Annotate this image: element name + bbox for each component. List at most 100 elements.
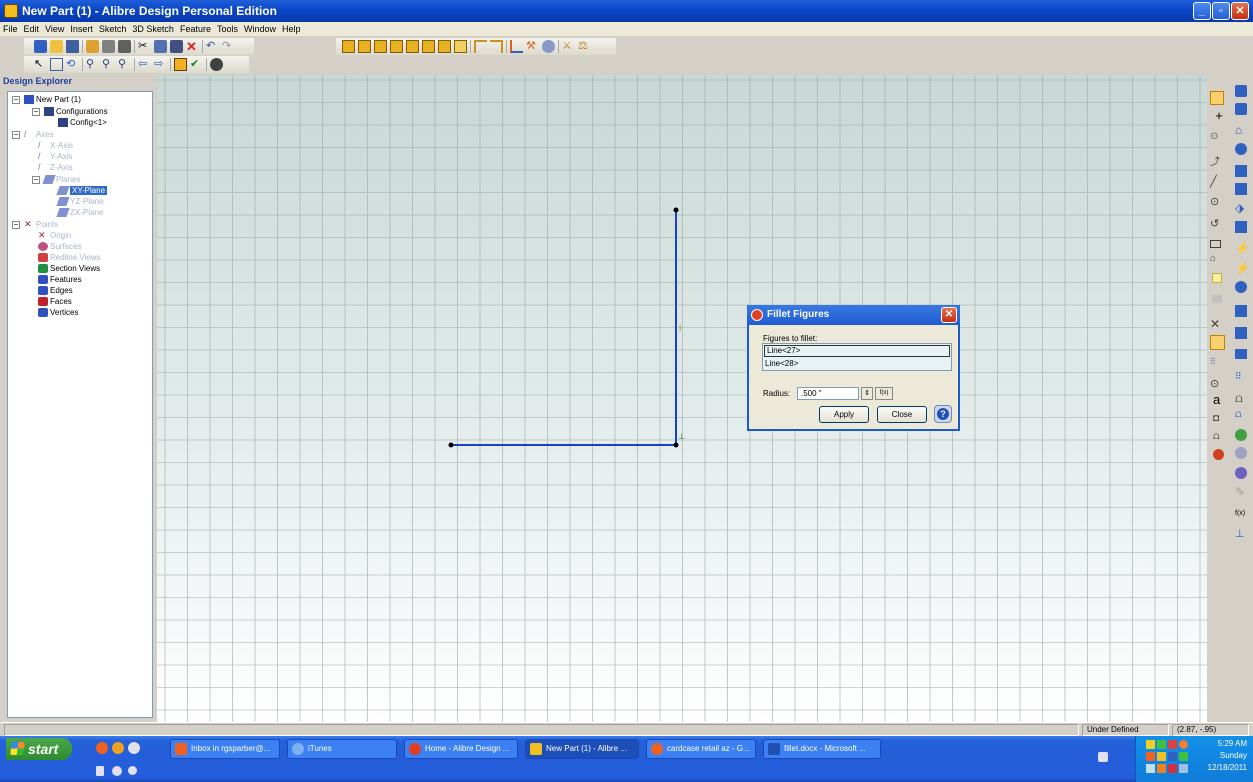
taskbar-item-fillet-docx[interactable]: fillet.docx - Microsoft ...	[763, 739, 881, 759]
radius-spinner[interactable]: ⇕	[861, 387, 873, 400]
folder-icon[interactable]	[86, 40, 99, 53]
endpoint-left[interactable]	[448, 442, 454, 448]
normal-to-icon[interactable]	[1235, 349, 1247, 359]
trim-tool-icon[interactable]: ✕	[1210, 317, 1224, 331]
mirror-view-icon[interactable]: ⩍	[1235, 391, 1249, 405]
reference-tool-icon[interactable]	[1212, 273, 1222, 283]
crosshair-icon[interactable]: +	[1212, 109, 1226, 123]
dimension-tool-icon[interactable]: ⊙	[1210, 377, 1224, 391]
maximize-button[interactable]: ▫	[1212, 2, 1230, 20]
new-icon[interactable]	[34, 40, 47, 53]
menu-tools[interactable]: Tools	[214, 22, 241, 36]
front-view-icon[interactable]	[1235, 103, 1247, 115]
quicklaunch-icon[interactable]	[96, 766, 104, 776]
menu-edit[interactable]: Edit	[21, 22, 43, 36]
paste-icon[interactable]	[170, 40, 183, 53]
expand-configurations[interactable]: −	[32, 108, 40, 116]
right-view-icon[interactable]	[1235, 165, 1247, 177]
tree-item-z-axis[interactable]: / Z-Axis	[38, 162, 73, 174]
expand-axes[interactable]: −	[12, 131, 20, 139]
mirror-tool-icon[interactable]: ⩍	[1213, 431, 1227, 445]
redo-icon[interactable]: ↷	[222, 40, 235, 53]
taskbar-item-new-part[interactable]: New Part (1) - Alibre ...	[525, 739, 639, 759]
zoom-box-icon[interactable]	[50, 58, 63, 71]
hidden-lines-icon[interactable]: ⚡	[1235, 241, 1250, 255]
figures-list[interactable]: Line<27> Line<28>	[762, 343, 952, 371]
menu-insert[interactable]: Insert	[67, 22, 96, 36]
sweep-boss-icon[interactable]	[374, 40, 387, 53]
bottom-view-icon[interactable]: ⬗	[1235, 201, 1249, 215]
revolve-boss-icon[interactable]	[358, 40, 371, 53]
close-window-button[interactable]: ✕	[1231, 2, 1249, 20]
rectangle-tool-icon[interactable]	[1210, 240, 1221, 248]
radius-input[interactable]: .500 "	[797, 387, 859, 400]
menu-window[interactable]: Window	[241, 22, 279, 36]
firefox-quicklaunch-icon[interactable]	[96, 742, 108, 754]
expand-planes[interactable]: −	[32, 176, 40, 184]
point-tool-icon[interactable]: ⊙	[1210, 131, 1224, 145]
expand-root[interactable]: −	[12, 96, 20, 104]
minimize-button[interactable]: _	[1193, 2, 1211, 20]
fillet-feature-icon[interactable]	[474, 40, 487, 53]
title-bar[interactable]: New Part (1) - Alibre Design Personal Ed…	[0, 0, 1253, 22]
mirror-icon[interactable]: ⚔	[562, 40, 575, 53]
menu-3d-sketch[interactable]: 3D Sketch	[129, 22, 177, 36]
arc-tool-icon[interactable]: ↺	[1210, 217, 1224, 231]
endpoint-corner[interactable]	[673, 442, 679, 448]
rotate-icon[interactable]: ⟲	[66, 58, 79, 71]
axis-icon[interactable]: ⚒	[526, 40, 539, 53]
menu-help[interactable]: Help	[279, 22, 304, 36]
quicklaunch-icon[interactable]	[112, 766, 122, 776]
tray-icon[interactable]	[1157, 764, 1166, 773]
endpoint-top[interactable]	[673, 207, 679, 213]
tree-item-config1[interactable]: Config<1>	[58, 117, 107, 129]
circle-tool-icon[interactable]: ⊙	[1210, 195, 1224, 209]
forward-arrow-icon[interactable]: ⇨	[154, 58, 167, 71]
tree-item-vertices[interactable]: Vertices	[38, 307, 78, 319]
quicklaunch-icon[interactable]	[112, 742, 124, 754]
tray-icon[interactable]	[1157, 740, 1166, 749]
menu-sketch[interactable]: Sketch	[96, 22, 130, 36]
sketch-toggle-icon[interactable]	[1210, 91, 1224, 105]
grid-options-icon[interactable]: ⠿	[1235, 371, 1249, 385]
pattern-view-icon[interactable]: ⩍	[1235, 409, 1249, 423]
view-orient-icon[interactable]	[1235, 327, 1247, 339]
section-view-icon[interactable]	[1235, 305, 1247, 317]
dialog-close-icon[interactable]: ✕	[941, 307, 957, 323]
plane-icon[interactable]	[510, 40, 523, 53]
tray-icon[interactable]	[1179, 764, 1188, 773]
render-icon[interactable]	[1235, 281, 1247, 293]
menu-file[interactable]: File	[0, 22, 21, 36]
select-arrow-icon[interactable]: ↖	[34, 58, 47, 71]
sketch-canvas[interactable]: I ⊥	[157, 75, 1207, 722]
chamfer-feature-icon[interactable]	[490, 40, 503, 53]
material-icon[interactable]	[1235, 447, 1247, 459]
delete-icon[interactable]: ✕	[186, 40, 199, 53]
pattern-icon[interactable]: ⚖	[578, 40, 591, 53]
save-icon[interactable]	[66, 40, 79, 53]
reference-figure-icon[interactable]	[1213, 449, 1224, 460]
open-icon[interactable]	[50, 40, 63, 53]
text-tool-icon[interactable]: a	[1213, 393, 1227, 407]
clock-time[interactable]: 5:29 AM	[1218, 739, 1247, 748]
zoom-window-icon[interactable]: ⚲	[102, 58, 115, 71]
start-button[interactable]: start	[6, 738, 72, 760]
taskbar-item-cardcase[interactable]: cardcase retail az - G...	[646, 739, 756, 759]
insert-image-icon[interactable]: ◘	[1213, 413, 1227, 427]
tray-icon[interactable]	[1168, 752, 1177, 761]
top-view-icon[interactable]: ⌂	[1235, 123, 1249, 137]
apply-button[interactable]: Apply	[819, 406, 869, 423]
tree-item-zx-plane[interactable]: ZX-Plane	[56, 207, 103, 219]
zoom-in-icon[interactable]: ⚲	[86, 58, 99, 71]
offset-tool-icon[interactable]	[1212, 295, 1222, 303]
menu-feature[interactable]: Feature	[177, 22, 214, 36]
tray-icon[interactable]	[1146, 752, 1155, 761]
taskbar-item-itunes[interactable]: iTunes	[287, 739, 397, 759]
display-mode-icon[interactable]	[210, 58, 223, 71]
speaker-icon[interactable]	[1168, 740, 1177, 749]
line-tool-icon[interactable]: ╱	[1210, 175, 1224, 189]
shaded-view-icon[interactable]	[1235, 143, 1247, 155]
taskbar-item-home-alibre[interactable]: Home - Alibre Design ...	[404, 739, 518, 759]
exit-sketch-icon[interactable]: ✔	[190, 58, 203, 71]
clock-date[interactable]: 12/18/2011	[1208, 763, 1247, 772]
